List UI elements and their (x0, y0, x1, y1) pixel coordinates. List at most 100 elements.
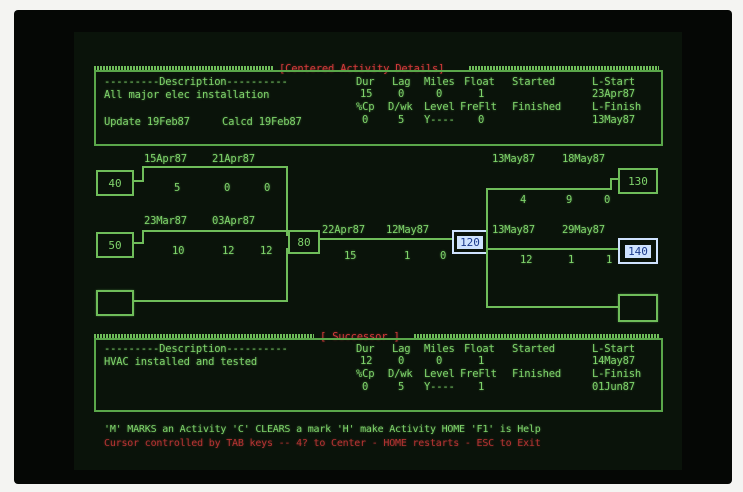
node-120[interactable]: 120 (452, 230, 488, 254)
connector-40 (132, 180, 142, 182)
top-col-started: Started (512, 76, 555, 88)
top-val-lfinish: 13May87 (592, 114, 635, 126)
top-col-pctcp: %Cp (356, 101, 375, 113)
bottom-col-freflt: FreFlt (460, 368, 497, 380)
right-bot-date1: 13May87 (492, 224, 535, 236)
center-date2: 12May87 (386, 224, 429, 236)
center-date1: 22Apr87 (322, 224, 365, 236)
top-val-lstart: 23Apr87 (592, 88, 635, 100)
right-bot-v1: 12 (520, 254, 533, 266)
top-col-float: Float (464, 76, 495, 88)
bottom-col-dur: Dur (356, 343, 375, 355)
center-v3: 0 (440, 250, 447, 262)
bottom-val-miles: 0 (436, 355, 443, 367)
connector-empty-left-v (286, 248, 288, 302)
activity-bar-left-bottom (142, 230, 286, 232)
top-desc-header: ---------Description---------- (104, 76, 288, 88)
bottom-val-lag: 0 (398, 355, 405, 367)
left-top-date2: 21Apr87 (212, 153, 255, 165)
activity-bar-right-top (486, 188, 612, 190)
help-line-1: 'M' MARKS an Activity 'C' CLEARS a mark … (104, 424, 541, 435)
bottom-col-lstart: L-Start (592, 343, 635, 355)
node-50[interactable]: 50 (96, 232, 134, 258)
top-val-freflt: 0 (478, 114, 485, 126)
right-bot-v3: 1 (606, 254, 613, 266)
top-col-freflt: FreFlt (460, 101, 497, 113)
node-40[interactable]: 40 (96, 170, 134, 196)
connector-40-v (142, 166, 144, 182)
activity-bar-right-bottom (486, 248, 618, 250)
node-140-label: 140 (625, 244, 651, 258)
left-bot-v1: 10 (172, 245, 185, 257)
activity-bar-left-top-drop (286, 166, 288, 236)
node-130[interactable]: 130 (618, 168, 658, 194)
top-col-lag: Lag (392, 76, 411, 88)
left-bot-date2: 03Apr87 (212, 215, 255, 227)
bottom-col-pctcp: %Cp (356, 368, 375, 380)
node-80[interactable]: 80 (288, 230, 320, 254)
center-v1: 15 (344, 250, 357, 262)
right-top-v3: 0 (604, 194, 611, 206)
bottom-val-lstart: 14May87 (592, 355, 635, 367)
bottom-val-freflt: 1 (478, 381, 485, 393)
help-line-2: Cursor controlled by TAB keys -- 4? to C… (104, 438, 541, 449)
top-col-dwk: D/wk (388, 101, 413, 113)
right-top-date1: 13May87 (492, 153, 535, 165)
right-bot-date2: 29May87 (562, 224, 605, 236)
top-calcd: Calcd 19Feb87 (222, 116, 302, 128)
right-top-v2: 9 (566, 194, 573, 206)
top-val-lag: 0 (398, 88, 405, 100)
connector-50 (132, 242, 142, 244)
top-val-pctcp: 0 (362, 114, 369, 126)
bottom-col-dwk: D/wk (388, 368, 413, 380)
top-val-dwk: 5 (398, 114, 405, 126)
top-update: Update 19Feb87 (104, 116, 190, 128)
monitor-bezel: [Centered Activity Details] ---------Des… (14, 10, 732, 484)
activity-bar-center (318, 238, 452, 240)
activity-bar-left-top (142, 166, 288, 168)
bottom-description: HVAC installed and tested (104, 356, 258, 368)
left-bot-v3: 12 (260, 245, 273, 257)
center-v2: 1 (404, 250, 411, 262)
top-col-level: Level (424, 101, 455, 113)
node-empty-left[interactable] (96, 290, 134, 316)
top-col-lstart: L-Start (592, 76, 635, 88)
top-col-finished: Finished (512, 101, 561, 113)
bottom-col-level: Level (424, 368, 455, 380)
bottom-col-lag: Lag (392, 343, 411, 355)
node-40-label: 40 (108, 176, 122, 190)
top-col-lfinish: L-Finish (592, 101, 641, 113)
top-col-dur: Dur (356, 76, 375, 88)
top-val-float: 1 (478, 88, 485, 100)
left-top-date1: 15Apr87 (144, 153, 187, 165)
top-description: All major elec installation (104, 89, 270, 101)
node-140[interactable]: 140 (618, 238, 658, 264)
bottom-val-pctcp: 0 (362, 381, 369, 393)
photo-background: [Centered Activity Details] ---------Des… (0, 0, 743, 492)
bottom-val-dwk: 5 (398, 381, 405, 393)
node-empty-right[interactable] (618, 294, 658, 322)
bottom-col-finished: Finished (512, 368, 561, 380)
node-120-label: 120 (457, 235, 483, 249)
node-130-label: 130 (628, 174, 648, 188)
left-top-v2: 0 (224, 182, 231, 194)
bottom-col-float: Float (464, 343, 495, 355)
connector-50-v (142, 230, 144, 244)
left-bot-date1: 23Mar87 (144, 215, 187, 227)
connector-130 (610, 178, 618, 180)
bottom-val-level: Y---- (424, 381, 455, 393)
left-top-v3: 0 (264, 182, 271, 194)
top-val-level: Y---- (424, 114, 455, 126)
right-bot-v2: 1 (568, 254, 575, 266)
left-bot-v2: 12 (222, 245, 235, 257)
top-val-miles: 0 (436, 88, 443, 100)
terminal-screen: [Centered Activity Details] ---------Des… (74, 32, 682, 470)
bottom-col-started: Started (512, 343, 555, 355)
bottom-val-float: 1 (478, 355, 485, 367)
bottom-val-lfinish: 01Jun87 (592, 381, 635, 393)
right-top-v1: 4 (520, 194, 527, 206)
connector-empty-left (132, 300, 286, 302)
bottom-col-lfinish: L-Finish (592, 368, 641, 380)
top-col-miles: Miles (424, 76, 455, 88)
left-top-v1: 5 (174, 182, 181, 194)
